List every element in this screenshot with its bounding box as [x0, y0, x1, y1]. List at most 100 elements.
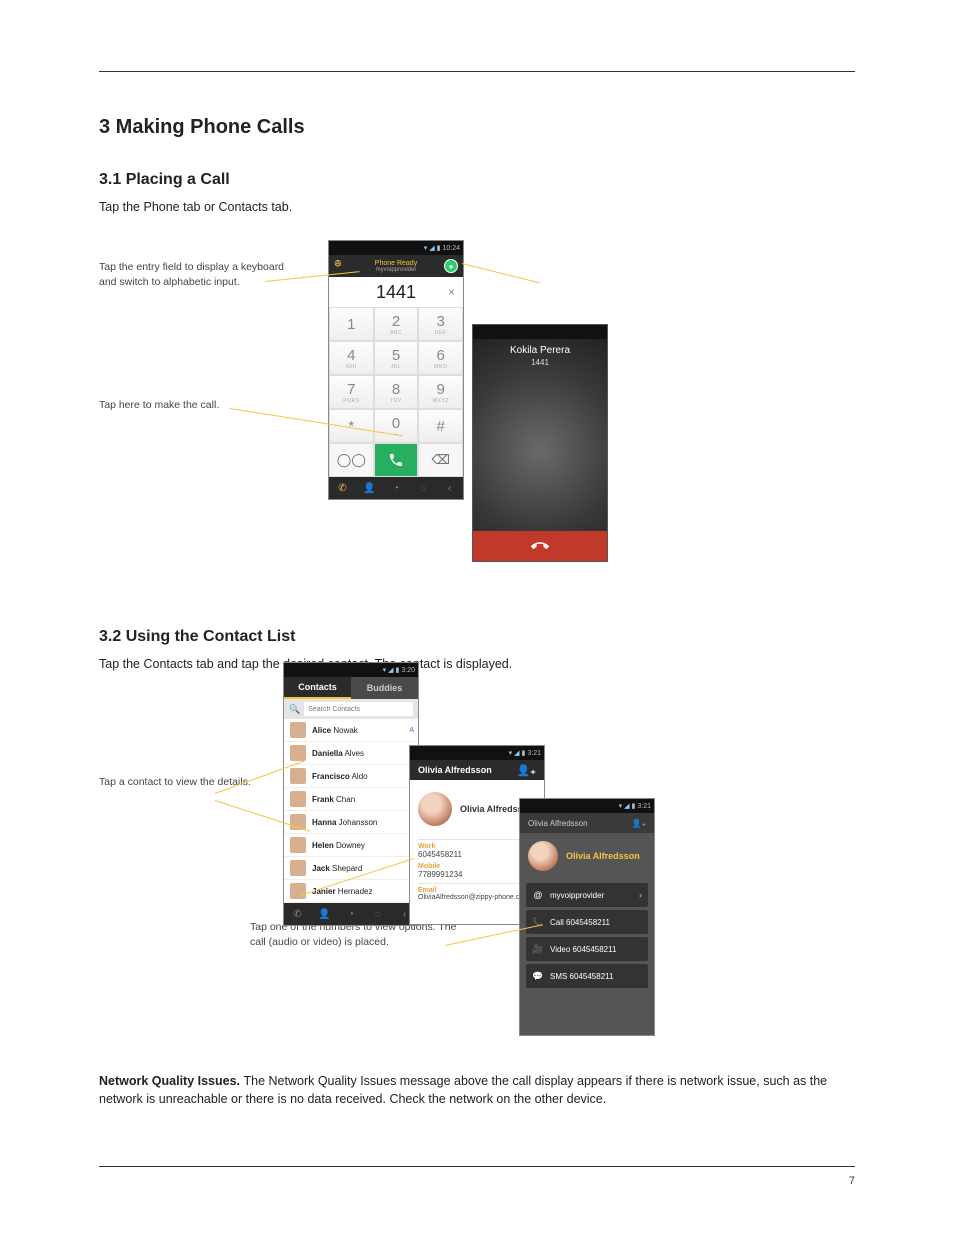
avatar — [290, 860, 306, 876]
dialer-phone: ▾ ◢ ▮ 10:24 ꔮ Phone Ready myvoipprovider… — [328, 240, 464, 500]
action-menu-list: @myvoipprovider› 📞Call 6045458211 🎥Video 6… — [520, 879, 654, 995]
keypad-9[interactable]: 9WXYZ — [418, 375, 463, 409]
tab-phone[interactable]: ✆ — [284, 903, 311, 925]
search-row: 🔍 — [284, 699, 418, 719]
status-bar — [473, 325, 607, 339]
callout-dialer-call: Tap here to make the call. — [99, 398, 294, 413]
status-bar: ▾ ◢ ▮ 10:24 — [329, 241, 463, 255]
incall-phone: Kokila Perera 1441 — [472, 324, 608, 562]
chevron-right-icon: › — [639, 890, 642, 900]
dial-entry-value: 1441 — [376, 282, 416, 303]
tab-contacts[interactable]: 👤 — [356, 477, 383, 499]
signal-icon: ◢ — [514, 749, 519, 757]
battery-icon: ▮ — [632, 802, 636, 810]
keypad-5[interactable]: 5JKL — [374, 341, 419, 375]
presence-icon[interactable]: ● — [444, 259, 458, 273]
tab-im[interactable]: ◌ — [409, 477, 436, 499]
keypad-8[interactable]: 8TUV — [374, 375, 419, 409]
tab-history[interactable]: ◔ — [383, 477, 410, 499]
menu-header: Olivia Alfredsson 👤₊ — [520, 813, 654, 833]
voicemail-button[interactable]: ◯◯ — [329, 443, 374, 477]
avatar — [528, 841, 558, 871]
keypad-7[interactable]: 7PQRS — [329, 375, 374, 409]
status-bar: ▾ ◢ ▮ 3:20 — [284, 663, 418, 677]
keypad-6[interactable]: 6MNO — [418, 341, 463, 375]
incall-contact-name: Kokila Perera — [473, 345, 607, 356]
battery-icon: ▮ — [396, 666, 400, 674]
contact-row[interactable]: Jack Shepard — [284, 857, 418, 880]
keypad-3[interactable]: 3DEF — [418, 307, 463, 341]
action-item[interactable]: @myvoipprovider› — [526, 883, 648, 907]
keypad-2[interactable]: 2ABC — [374, 307, 419, 341]
contact-row[interactable]: Alice NowakA — [284, 719, 418, 742]
action-icon: @ — [532, 890, 544, 900]
action-icon: 💬 — [532, 971, 544, 982]
status-time: 10:24 — [442, 245, 460, 252]
wifi-icon: ▾ — [619, 802, 623, 810]
contact-row[interactable]: Frank Chan — [284, 788, 418, 811]
search-input[interactable] — [304, 702, 413, 716]
intro-text-1: Tap the Phone tab or Contacts tab. — [99, 198, 292, 216]
wifi-icon: ▾ — [424, 244, 428, 252]
contact-row[interactable]: Francisco Aldo — [284, 765, 418, 788]
network-note-title: Network Quality Issues. — [99, 1074, 244, 1088]
signal-icon: ◢ — [388, 666, 393, 674]
action-menu-phone: ▾ ◢ ▮ 3:21 Olivia Alfredsson 👤₊ Olivia A… — [519, 798, 655, 1036]
tab-buddies[interactable]: Buddies — [351, 677, 418, 699]
keypad-1[interactable]: 1 — [329, 307, 374, 341]
section-3-title: 3 Making Phone Calls — [99, 113, 305, 142]
network-note: Network Quality Issues. The Network Qual… — [99, 1072, 855, 1108]
keypad-#[interactable]: # — [418, 409, 463, 443]
avatar — [290, 745, 306, 761]
tab-more[interactable]: ‹ — [436, 477, 463, 499]
tab-history[interactable]: ◔ — [338, 903, 365, 925]
callout-line — [462, 263, 540, 283]
avatar — [290, 837, 306, 853]
action-item[interactable]: 💬 SMS 6045458211 — [526, 964, 648, 988]
contact-row[interactable]: Hanna Johansson — [284, 811, 418, 834]
battery-icon: ▮ — [437, 244, 441, 252]
contact-row[interactable]: Janier Hernadez — [284, 880, 418, 903]
contact-row[interactable]: Helen Downey — [284, 834, 418, 857]
hangup-button[interactable] — [473, 531, 607, 561]
detail-header-title: Olivia Alfredsson — [418, 765, 492, 775]
action-item[interactable]: 🎥Video 6045458211 — [526, 937, 648, 961]
status-time: 3:21 — [527, 750, 541, 757]
avatar — [290, 883, 306, 899]
dialer-status: Phone Ready myvoipprovider — [348, 260, 444, 273]
keypad-*[interactable]: * — [329, 409, 374, 443]
avatar — [290, 791, 306, 807]
wifi-icon: ▾ — [383, 666, 387, 674]
backspace-button[interactable]: ⌫ — [418, 443, 463, 477]
dialer-header: ꔮ Phone Ready myvoipprovider ● — [329, 255, 463, 277]
callout-dialer-display: Tap the entry field to display a keyboar… — [99, 260, 294, 289]
action-label: Video 6045458211 — [550, 945, 616, 954]
detail-header: Olivia Alfredsson 👤₊ — [410, 760, 544, 780]
action-item[interactable]: 📞Call 6045458211 — [526, 910, 648, 934]
tab-im[interactable]: ◌ — [364, 903, 391, 925]
keypad-4[interactable]: 4GHI — [329, 341, 374, 375]
signal-icon: ◢ — [624, 802, 629, 810]
clear-entry-icon[interactable]: × — [448, 285, 455, 299]
dial-entry-field[interactable]: 1441 × — [329, 277, 463, 307]
tab-contacts[interactable]: 👤 — [311, 903, 338, 925]
search-icon: 🔍 — [289, 704, 300, 715]
keypad-0[interactable]: 0+ — [374, 409, 419, 443]
menu-header-title: Olivia Alfredsson — [528, 819, 588, 828]
signal-icon: ◢ — [429, 244, 434, 252]
page-top-rule — [99, 71, 855, 72]
app-logo-icon: ꔮ — [334, 259, 348, 273]
add-contact-icon[interactable]: 👤₊ — [516, 764, 536, 777]
avatar — [418, 792, 452, 826]
tab-phone[interactable]: ✆ — [329, 477, 356, 499]
contact-list: Alice NowakADaniella AlvesFrancisco Aldo… — [284, 719, 418, 903]
action-label: SMS 6045458211 — [550, 972, 613, 981]
tab-bar: ✆ 👤 ◔ ◌ ‹ — [284, 903, 418, 925]
contact-name: Jack Shepard — [312, 864, 362, 873]
tab-contacts-list[interactable]: Contacts — [284, 677, 351, 699]
contact-name: Frank Chan — [312, 795, 355, 804]
tab-bar: ✆ 👤 ◔ ◌ ‹ — [329, 477, 463, 499]
section-index: A — [409, 727, 414, 734]
add-contact-icon[interactable]: 👤₊ — [632, 819, 646, 828]
call-button[interactable] — [374, 443, 419, 477]
